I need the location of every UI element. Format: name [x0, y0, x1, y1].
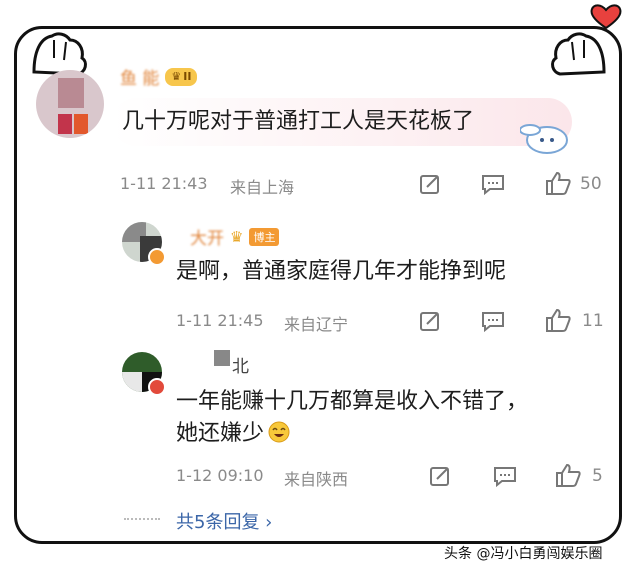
username[interactable]: 大开: [190, 224, 224, 249]
more-replies-link[interactable]: 共5条回复 ›: [176, 508, 272, 534]
paw-right-icon: [546, 28, 608, 78]
watermark: 头条 @冯小白勇闯娱乐圈: [444, 546, 603, 562]
reply-location: 来自辽宁: [284, 315, 349, 334]
like-icon[interactable]: [544, 307, 572, 333]
level-badge: ♛ II: [165, 67, 198, 86]
laugh-emoji-icon: [268, 421, 290, 447]
share-icon[interactable]: [428, 464, 452, 488]
verified-badge-icon: [148, 378, 166, 396]
comment-location: 来自上海: [230, 178, 295, 197]
blogger-badge: 博主: [249, 227, 280, 246]
cinnamoroll-sticker-icon: [519, 116, 574, 160]
like-count: 11: [582, 311, 604, 331]
verified-badge-icon: [148, 248, 166, 266]
crown-icon: ♛: [171, 70, 182, 83]
comment-text: 几十万呢对于普通打工人是天花板了: [122, 109, 475, 134]
reply-text: 是啊，普通家庭得几年才能挣到呢: [176, 259, 507, 284]
reply-time: 1-11 21:45: [176, 311, 264, 330]
share-icon[interactable]: [418, 172, 442, 196]
reply-text-line2: 她还嫌少: [176, 421, 265, 446]
username-mosaic: [214, 350, 230, 366]
reply-text-line1: 一年能赚十几万都算是收入不错了，: [176, 389, 529, 414]
reply-time: 1-12 09:10: [176, 466, 264, 485]
avatar[interactable]: [36, 70, 104, 138]
reply-location: 来自陕西: [284, 470, 349, 489]
share-icon[interactable]: [418, 309, 442, 333]
username[interactable]: 北: [232, 352, 249, 377]
more-replies-divider: [124, 518, 160, 520]
like-count: 50: [580, 174, 602, 194]
like-count: 5: [592, 466, 603, 486]
comment-icon[interactable]: [480, 172, 506, 196]
comment-icon[interactable]: [492, 464, 518, 488]
heart-icon: [588, 2, 624, 32]
like-icon[interactable]: [554, 462, 582, 488]
comment-time: 1-11 21:43: [120, 174, 208, 193]
level-badge-text: II: [183, 70, 192, 83]
like-icon[interactable]: [544, 170, 572, 196]
comment-icon[interactable]: [480, 309, 506, 333]
crown-icon: ♛: [230, 227, 244, 246]
username[interactable]: 鱼 能: [120, 64, 159, 89]
